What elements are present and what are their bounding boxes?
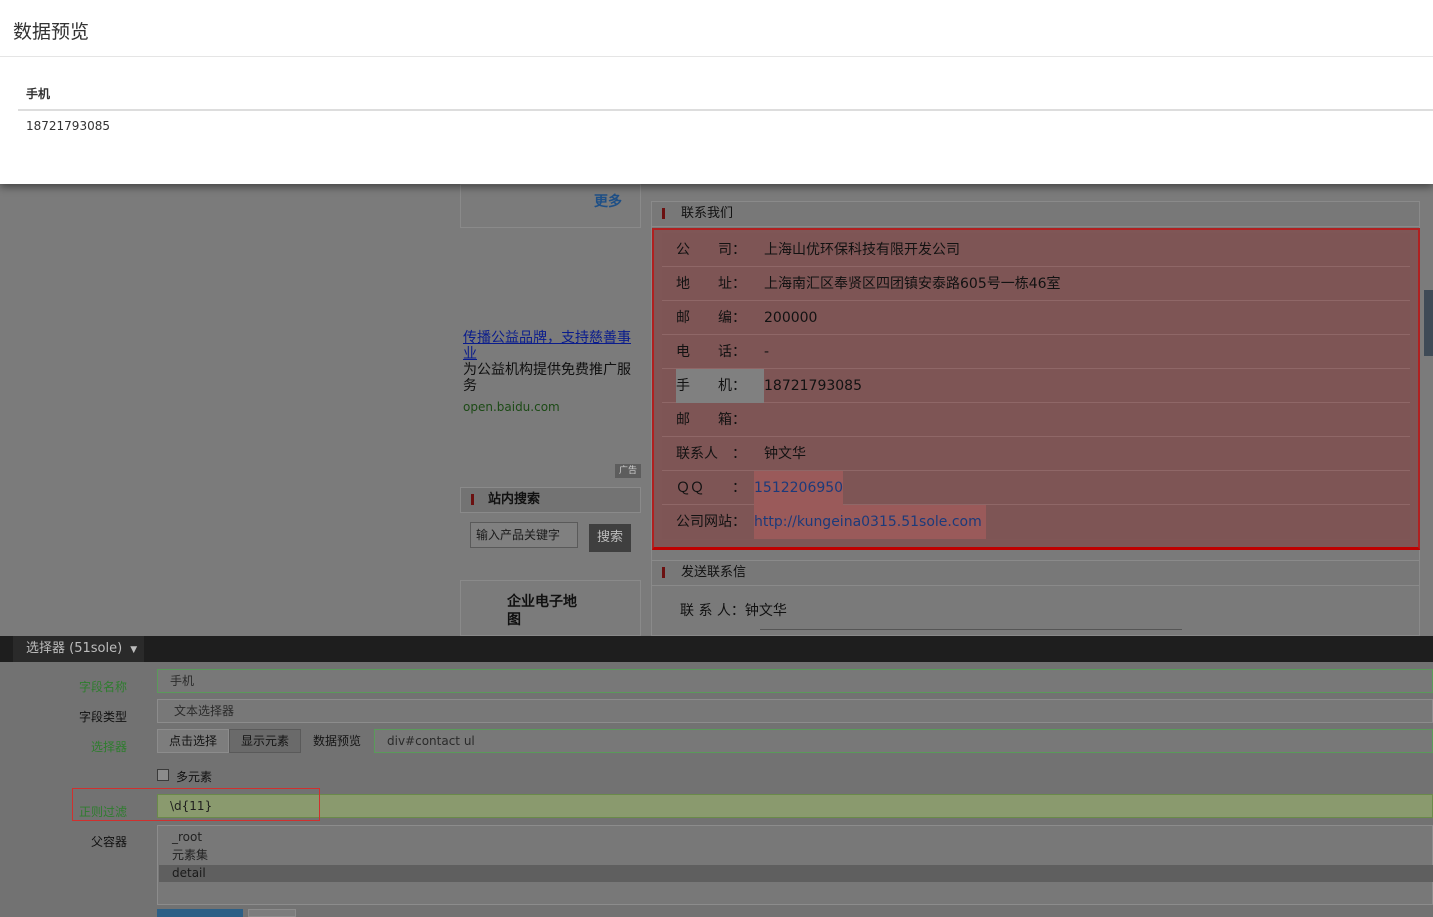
click-select-button[interactable]: 点击选择 <box>157 729 229 753</box>
site-search-button[interactable]: 搜索 <box>589 524 631 552</box>
contact-value-qq[interactable]: 1512206950 <box>754 471 844 505</box>
parent-option-detail[interactable]: detail <box>159 865 1433 882</box>
contact-value: 上海山优环保科技有限开发公司 <box>764 242 960 258</box>
contact-label: 邮 箱： <box>676 412 746 428</box>
contact-label: 地 址： <box>676 276 746 292</box>
side-float-tab[interactable] <box>1424 290 1433 356</box>
preview-cell: 18721793085 <box>26 119 110 133</box>
contact-label: 公司网站： <box>676 514 746 530</box>
contact-row-person: 联系人 ： 钟文华 <box>662 437 1410 471</box>
contact-label: ＱＱ ： <box>676 480 746 496</box>
send-msg-title: 发送联系信 <box>681 565 747 580</box>
contact-title: 联系我们 <box>681 206 734 221</box>
regex-input[interactable]: \d{11} <box>157 794 1433 818</box>
section-marker-icon <box>471 494 474 505</box>
contact-label: 电 话： <box>676 344 746 360</box>
site-search-title: 站内搜索 <box>488 492 541 507</box>
ad-desc: 为公益机构提供免费推广服务 <box>463 362 631 394</box>
contact-value: 上海南汇区奉贤区四团镇安泰路605号一栋46室 <box>764 276 1061 292</box>
selector-dropdown-tab[interactable]: 选择器 (51sole) ▼ <box>13 636 144 662</box>
contact-value: - <box>764 344 770 360</box>
parent-selector-list[interactable]: _root 元素集 detail <box>157 825 1433 905</box>
ad-title[interactable]: 传播公益品牌，支持慈善事业 <box>463 330 635 362</box>
selector-tab-label: 选择器 (51sole) <box>26 641 123 656</box>
field-type-select[interactable]: 文本选择器 <box>157 699 1433 723</box>
cancel-button[interactable] <box>248 909 296 917</box>
field-type-label: 字段类型 <box>78 710 127 724</box>
contact-value-mobile: 18721793085 <box>764 378 862 394</box>
site-search-input[interactable]: 输入产品关键字 <box>470 522 578 548</box>
preview-column-header: 手机 <box>26 87 51 101</box>
selector-input[interactable]: div#contact ul <box>374 729 1433 753</box>
selector-label: 选择器 <box>90 740 127 754</box>
ad-badge: 广告 <box>615 464 641 478</box>
contact-label: 手 机： <box>676 369 764 403</box>
send-msg-contact-label: 联 系 人： <box>680 603 745 619</box>
contact-label: 公 司： <box>676 242 746 258</box>
preview-header-line <box>18 109 1433 111</box>
ad-url[interactable]: open.baidu.com <box>463 399 635 415</box>
send-msg-contact: 联 系 人：钟文华 <box>680 600 787 620</box>
contact-value-website[interactable]: http://kungeina0315.51sole.com <box>754 505 986 539</box>
contact-row-zip: 邮 编： 200000 <box>662 301 1410 335</box>
multiple-label: 多元素 <box>176 770 213 784</box>
contact-row-phone: 电 话： - <box>662 335 1410 369</box>
more-link[interactable]: 更多 <box>594 191 622 211</box>
show-elements-button[interactable]: 显示元素 <box>229 729 301 753</box>
caret-down-icon: ▼ <box>130 645 138 655</box>
site-search-header: 站内搜索 <box>460 487 641 513</box>
multiple-checkbox[interactable] <box>157 769 169 781</box>
save-selector-button[interactable] <box>157 909 243 917</box>
parent-label: 父容器 <box>90 835 127 849</box>
ad-block[interactable]: 传播公益品牌，支持慈善事业 为公益机构提供免费推广服务 open.baidu.c… <box>463 330 635 415</box>
preview-divider <box>0 56 1433 57</box>
preview-title: 数据预览 <box>13 21 90 43</box>
contact-label: 联系人 ： <box>676 446 746 462</box>
data-preview-button[interactable]: 数据预览 <box>301 729 373 753</box>
data-preview-dialog: 数据预览 手机 18721793085 <box>0 0 1433 184</box>
emap-label: 企业电子地图 <box>507 594 577 628</box>
parent-option-root[interactable]: _root <box>172 829 202 846</box>
section-marker-icon <box>662 208 665 219</box>
emap-box[interactable]: 企业电子地图 <box>460 580 641 636</box>
section-marker-icon <box>662 567 665 578</box>
editor-toolbar: 选择器 (51sole) ▼ <box>0 636 1433 662</box>
contact-label: 邮 编： <box>676 310 746 326</box>
contact-row-qq: ＱＱ ： 1512206950 <box>662 471 1410 505</box>
contact-row-address: 地 址： 上海南汇区奉贤区四团镇安泰路605号一栋46室 <box>662 267 1410 301</box>
field-name-label: 字段名称 <box>78 680 127 694</box>
parent-option-element-set[interactable]: 元素集 <box>172 847 208 864</box>
send-msg-contact-value: 钟文华 <box>744 603 787 619</box>
contact-header: 联系我们 <box>651 201 1420 227</box>
contact-row-company: 公 司： 上海山优环保科技有限开发公司 <box>662 233 1410 267</box>
send-msg-input-line[interactable] <box>760 629 1182 630</box>
contact-row-email: 邮 箱： <box>662 403 1410 437</box>
regex-highlight-box <box>72 788 320 821</box>
contact-row-mobile: 手 机： 18721793085 <box>662 369 1410 403</box>
field-name-input[interactable]: 手机 <box>157 669 1433 693</box>
send-msg-header: 发送联系信 <box>651 560 1420 586</box>
contact-value: 200000 <box>764 310 818 326</box>
contact-list-highlighted[interactable]: 公 司： 上海山优环保科技有限开发公司 地 址： 上海南汇区奉贤区四团镇安泰路6… <box>652 228 1420 550</box>
contact-row-website: 公司网站： http://kungeina0315.51sole.com <box>662 505 1410 539</box>
contact-value: 钟文华 <box>764 446 806 462</box>
